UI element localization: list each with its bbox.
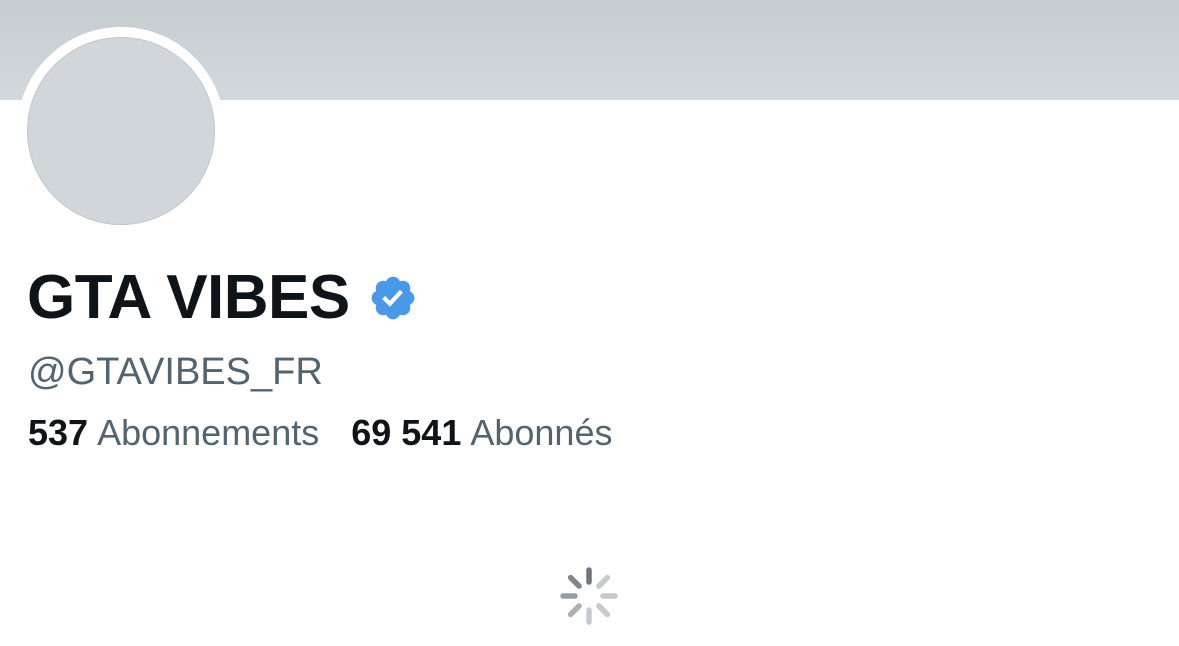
followers-label: Abonnés	[470, 412, 613, 453]
profile-handle: @GTAVIBES_FR	[28, 351, 323, 393]
avatar-border	[17, 27, 225, 235]
following-label: Abonnements	[97, 412, 320, 453]
verified-badge-icon[interactable]	[368, 273, 418, 323]
following-link[interactable]: 537 Abonnements	[28, 410, 319, 456]
loading-spinner-icon	[558, 565, 620, 627]
followers-count: 69 541	[351, 412, 462, 453]
display-name: GTA VIBES	[27, 263, 350, 332]
profile-name-row: GTA VIBES	[27, 262, 418, 334]
followers-link[interactable]: 69 541 Abonnés	[351, 410, 612, 456]
profile-stats: 537 Abonnements 69 541 Abonnés	[28, 410, 612, 456]
avatar[interactable]	[27, 37, 215, 225]
following-count: 537	[28, 412, 89, 453]
